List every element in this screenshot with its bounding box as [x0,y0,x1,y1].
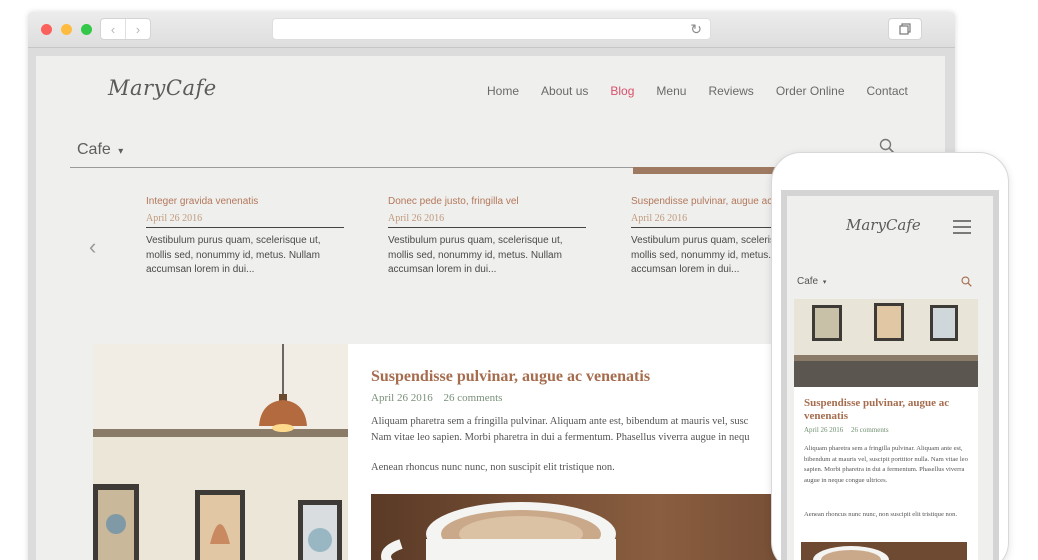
post-body: Aliquam pharetra sem a fringilla pulvina… [371,414,791,446]
mobile-cafe-image[interactable] [794,299,978,387]
post-date: April 26 2016 [371,392,433,404]
nav-reviews[interactable]: Reviews [708,84,753,98]
reload-icon[interactable]: ↻ [690,21,702,38]
slide-divider [146,227,344,228]
post-title[interactable]: Suspendisse pulvinar, augue ac venenatis [371,368,650,386]
cafe-interior-image[interactable] [93,344,348,560]
mobile-post-date: April 26 2016 [804,426,844,434]
mobile-post-comments-link[interactable]: 26 comments [851,426,889,434]
post-meta: April 26 2016 26 comments [371,392,502,404]
minimize-window-button[interactable] [61,24,72,35]
mobile-post-title[interactable]: Suspendisse pulvinar, augue ac venenatis [804,397,969,422]
tabs-overview-button[interactable] [888,18,922,40]
slide-divider [388,227,586,228]
address-bar[interactable]: ↻ [272,18,711,40]
nav-menu[interactable]: Menu [656,84,686,98]
browser-toolbar: ‹ › ↻ [28,12,955,48]
post-body-line: Nam vitae leo sapien. Morbi pharetra in … [371,432,750,443]
tabs-icon [899,23,911,35]
nav-order-online[interactable]: Order Online [776,84,845,98]
mobile-category-label: Cafe [797,276,819,287]
slide-excerpt: Vestibulum purus quam, scelerisque ut, m… [146,235,321,275]
category-dropdown[interactable]: Cafe ▾ [77,141,123,159]
carousel-slide[interactable]: Donec pede justo, fringilla vel April 26… [388,196,588,278]
nav-about-us[interactable]: About us [541,84,588,98]
search-icon[interactable] [961,276,972,287]
category-label: Cafe [77,141,111,158]
nav-home[interactable]: Home [487,84,519,98]
mobile-screen: MaryCafe Cafe ▾ Suspendisse pulvinar, au… [781,190,999,560]
history-buttons: ‹ › [100,18,151,40]
slide-date: April 26 2016 [388,213,445,224]
slide-title[interactable]: Integer gravida venenatis [146,196,346,207]
carousel-slide[interactable]: Integer gravida venenatis April 26 2016 … [146,196,346,278]
mobile-category-dropdown[interactable]: Cafe ▾ [797,276,826,287]
main-navigation: Home About us Blog Menu Reviews Order On… [487,84,908,98]
post-body-line: Aliquam pharetra sem a fringilla pulvina… [371,416,749,427]
chevron-down-icon: ▾ [118,146,124,157]
mobile-site-logo[interactable]: MaryCafe [846,216,921,234]
chevron-down-icon: ▾ [822,279,827,286]
close-window-button[interactable] [41,24,52,35]
mobile-device-frame: MaryCafe Cafe ▾ Suspendisse pulvinar, au… [771,152,1009,560]
nav-blog[interactable]: Blog [610,84,634,98]
mobile-post-meta: April 26 2016 26 comments [804,426,889,434]
mobile-post-body: Aliquam pharetra sem a fringilla pulvina… [804,445,968,484]
mobile-coffee-image[interactable] [801,542,967,560]
slide-title[interactable]: Donec pede justo, fringilla vel [388,196,588,207]
hamburger-menu-icon[interactable] [953,220,971,238]
site-logo[interactable]: MaryCafe [108,76,217,100]
maximize-window-button[interactable] [81,24,92,35]
slide-excerpt: Vestibulum purus quam, scelerisque ut, m… [388,235,563,275]
nav-contact[interactable]: Contact [867,84,908,98]
post-comments-link[interactable]: 26 comments [443,392,502,404]
post-body-paragraph: Aenean rhoncus nunc nunc, non suscipit e… [371,462,615,473]
back-button[interactable]: ‹ [101,19,126,39]
mobile-post-body-paragraph: Aenean rhoncus nunc nunc, non suscipit e… [804,511,958,518]
slide-date: April 26 2016 [146,213,203,224]
mobile-viewport: MaryCafe Cafe ▾ Suspendisse pulvinar, au… [787,196,993,560]
forward-button[interactable]: › [126,19,150,39]
carousel-prev-button[interactable]: ‹ [89,234,96,260]
mobile-post-card: Suspendisse pulvinar, augue ac venenatis… [794,299,978,560]
